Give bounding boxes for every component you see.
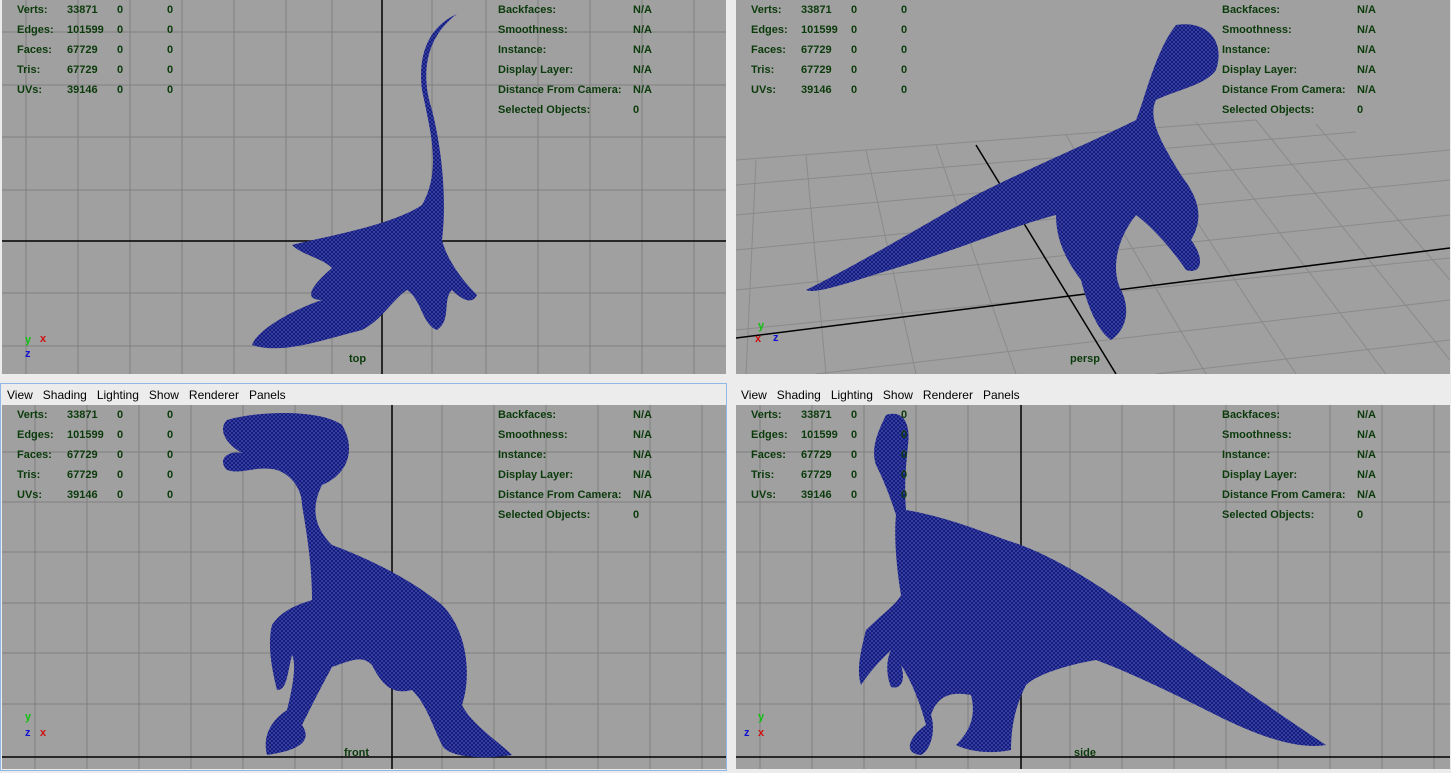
poly-stats: Verts: 33871 0 0 Edges: 101599 0 0 Faces: 67729… xyxy=(751,409,908,501)
menu-lighting[interactable]: Lighting xyxy=(92,385,144,402)
poly-stats: Verts: 33871 0 0 Edges: 101599 0 0 Faces: 67729… xyxy=(17,409,174,501)
axis-x-label: x xyxy=(755,333,762,345)
axis-z-label: z xyxy=(744,727,750,739)
menu-show[interactable]: Show xyxy=(144,385,184,402)
panel-separator[interactable] xyxy=(0,377,1451,383)
viewport-top[interactable]: Verts: 33871 0 0 Edges: 101599 0 0 Faces: 67729… xyxy=(2,0,726,374)
axis-y-label: y xyxy=(25,334,32,346)
axis-z-label: z xyxy=(25,348,31,360)
menu-renderer[interactable]: Renderer xyxy=(918,385,978,402)
menu-show[interactable]: Show xyxy=(878,385,918,402)
object-info: Backfaces: N/A Smoothness: N/A Instance: N/… xyxy=(1222,4,1376,116)
panel-menubar-side: View Shading Lighting Show Renderer Panels xyxy=(736,385,1450,405)
axis-x-label: x xyxy=(40,333,47,345)
object-info: Backfaces: N/A Smoothness: N/A Instance: N/… xyxy=(1222,409,1376,521)
dinosaur-mesh-front xyxy=(222,413,513,758)
poly-stats: Verts: 33871 0 0 Edges: 101599 0 0 Faces: 67729… xyxy=(751,4,908,96)
camera-label: persp xyxy=(1070,353,1100,365)
axis-x-label: x xyxy=(40,727,47,739)
viewport-side[interactable]: Verts: 33871 0 0 Edges: 101599 0 0 Faces: 67729… xyxy=(736,405,1450,769)
menu-shading[interactable]: Shading xyxy=(38,385,92,402)
poly-stats: Verts: 33871 0 0 Edges: 101599 0 0 Faces: 67729… xyxy=(17,4,174,96)
menu-view[interactable]: View xyxy=(736,385,772,402)
camera-label: front xyxy=(344,747,370,759)
camera-label: side xyxy=(1074,747,1097,759)
object-info: Backfaces: N/A Smoothness: N/A Instance: N/… xyxy=(498,409,652,521)
axis-z-label: z xyxy=(773,332,779,344)
camera-label: top xyxy=(349,353,367,365)
menu-view[interactable]: View xyxy=(2,385,38,402)
menu-shading[interactable]: Shading xyxy=(772,385,826,402)
object-info: Backfaces: N/A Smoothness: N/A Instance: N/… xyxy=(498,4,652,116)
axis-y-label: y xyxy=(758,320,765,332)
axis-y-label: y xyxy=(758,711,765,723)
viewport-front[interactable]: Verts: 33871 0 0 Edges: 101599 0 0 Faces: 67729… xyxy=(2,405,726,769)
menu-renderer[interactable]: Renderer xyxy=(184,385,244,402)
axis-x-label: x xyxy=(758,727,765,739)
menu-lighting[interactable]: Lighting xyxy=(826,385,878,402)
menu-panels[interactable]: Panels xyxy=(978,385,1025,402)
axis-y-label: y xyxy=(25,711,32,723)
panel-menubar-front: View Shading Lighting Show Renderer Panels xyxy=(2,385,726,405)
axis-z-label: z xyxy=(25,727,31,739)
viewport-persp[interactable]: Verts: 33871 0 0 Edges: 101599 0 0 Faces: 67729… xyxy=(736,0,1450,374)
menu-panels[interactable]: Panels xyxy=(244,385,291,402)
